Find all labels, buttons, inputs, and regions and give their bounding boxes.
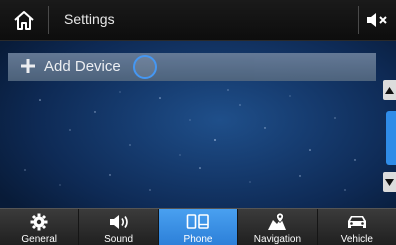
scroll-up-button[interactable] <box>383 80 396 100</box>
tab-vehicle-label: Vehicle <box>340 234 373 245</box>
scroll-down-button[interactable] <box>383 172 396 192</box>
tab-phone[interactable]: Phone <box>158 209 239 245</box>
tab-phone-label: Phone <box>183 234 213 245</box>
triangle-down-icon <box>385 178 394 186</box>
tab-general-label: General <box>21 234 57 245</box>
mute-icon <box>367 13 387 27</box>
phone-icon <box>186 214 209 229</box>
plus-icon <box>21 59 35 73</box>
tab-navigation[interactable]: Navigation <box>238 209 318 245</box>
triangle-up-icon <box>385 86 394 94</box>
page-title: Settings <box>64 11 115 27</box>
tab-sound-label: Sound <box>104 234 134 245</box>
add-device-button[interactable]: Add Device <box>8 53 376 81</box>
bottom-tab-bar: General Sound Phone Navigation Vehicle <box>0 208 396 245</box>
loading-spinner-icon <box>133 55 157 79</box>
add-device-label: Add Device <box>44 58 121 75</box>
mute-button[interactable] <box>362 6 392 34</box>
home-icon <box>14 11 34 30</box>
home-button[interactable] <box>6 6 42 34</box>
tab-general[interactable]: General <box>0 209 80 245</box>
header-divider <box>48 6 49 34</box>
gear-icon <box>30 213 48 231</box>
settings-screen: Settings Add Device General Sound Phone … <box>0 0 396 245</box>
map-pin-icon <box>268 212 287 230</box>
header-divider-right <box>358 6 359 34</box>
tab-navigation-label: Navigation <box>253 234 302 245</box>
scrollbar-thumb[interactable] <box>386 111 396 165</box>
tab-sound[interactable]: Sound <box>79 209 159 245</box>
tab-vehicle[interactable]: Vehicle <box>318 209 396 245</box>
speaker-icon <box>109 215 128 229</box>
car-icon <box>347 216 366 228</box>
top-bar: Settings <box>0 0 396 41</box>
